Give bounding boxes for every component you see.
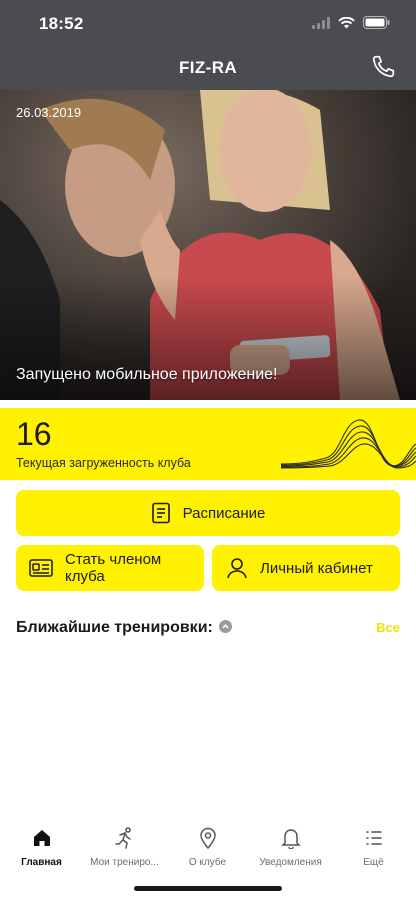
document-icon — [151, 502, 170, 524]
id-card-icon — [29, 559, 53, 577]
battery-icon — [363, 16, 390, 29]
list-icon — [365, 831, 382, 845]
club-load-panel: 16 Текущая загруженность клуба — [0, 408, 416, 480]
tab-about-club-label: О клубе — [188, 857, 227, 868]
cellular-icon — [312, 16, 330, 29]
chevron-up-icon[interactable] — [219, 620, 232, 633]
tab-home[interactable]: Главная — [0, 827, 83, 868]
club-load-label: Текущая загруженность клуба — [16, 456, 191, 470]
runner-icon — [114, 827, 131, 849]
status-bar: 18:52 — [0, 0, 416, 48]
tab-notifications[interactable]: Уведомления — [249, 827, 332, 868]
upcoming-trainings-title: Ближайшие тренировки: — [16, 619, 213, 636]
club-load-value: 16 — [16, 416, 52, 452]
call-button[interactable] — [370, 54, 396, 80]
tab-home-label: Главная — [21, 857, 62, 868]
tab-more-label: Ещё — [363, 857, 384, 868]
become-member-button[interactable]: Стать членом клуба — [16, 545, 204, 591]
page-title: FIZ-RA — [178, 58, 238, 77]
news-photo — [0, 90, 416, 400]
person-icon — [227, 558, 247, 579]
tab-my-trainings-label: Мои трениро... — [90, 857, 159, 868]
news-caption: Запущено мобильное приложение! — [16, 366, 278, 383]
bell-icon — [280, 829, 301, 849]
schedule-button[interactable]: Расписание — [16, 490, 400, 536]
tab-my-trainings[interactable]: Мои трениро... — [83, 827, 166, 868]
home-indicator — [134, 886, 282, 891]
see-all-link[interactable]: Все — [376, 620, 400, 635]
status-icons — [312, 16, 390, 29]
home-icon — [33, 830, 50, 846]
tab-about-club[interactable]: О клубе — [166, 827, 249, 868]
location-pin-icon — [199, 827, 216, 849]
load-wave-graphic — [281, 419, 416, 469]
personal-cabinet-button-label: Личный кабинет — [260, 559, 373, 577]
wifi-icon — [338, 16, 355, 28]
app-header: 18:52 FIZ-RA — [0, 0, 416, 90]
personal-cabinet-button[interactable]: Личный кабинет — [212, 545, 400, 591]
phone-icon — [372, 55, 395, 78]
news-date: 26.03.2019 — [16, 105, 82, 120]
become-member-button-label: Стать членом клуба — [65, 551, 162, 585]
status-time: 18:52 — [39, 14, 84, 33]
tab-more[interactable]: Ещё — [332, 827, 415, 868]
schedule-button-label: Расписание — [182, 504, 266, 522]
news-banner[interactable]: 26.03.2019 Запущено мобильное приложение… — [0, 90, 416, 400]
tab-notifications-label: Уведомления — [259, 857, 322, 868]
